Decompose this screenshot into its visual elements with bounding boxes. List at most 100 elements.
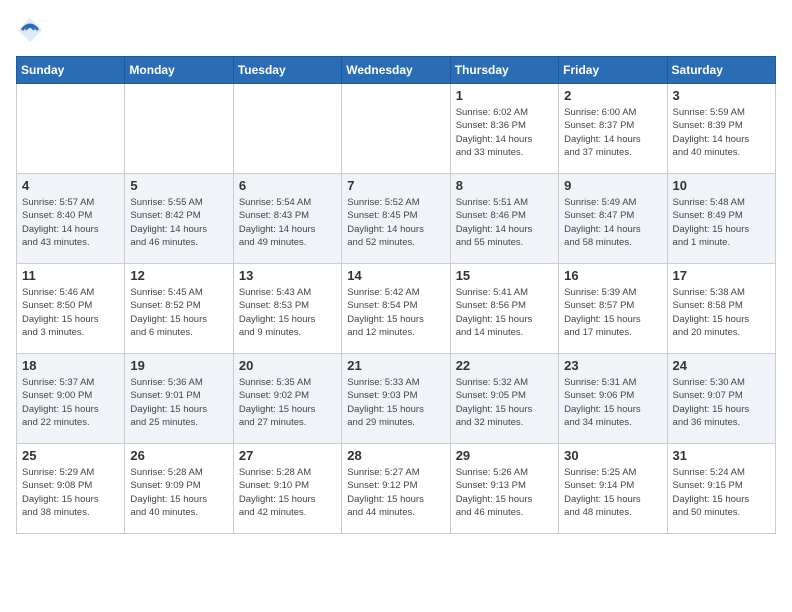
calendar-cell: 21Sunrise: 5:33 AM Sunset: 9:03 PM Dayli…	[342, 354, 450, 444]
day-info: Sunrise: 5:43 AM Sunset: 8:53 PM Dayligh…	[239, 286, 336, 339]
day-info: Sunrise: 5:24 AM Sunset: 9:15 PM Dayligh…	[673, 466, 770, 519]
calendar-cell: 15Sunrise: 5:41 AM Sunset: 8:56 PM Dayli…	[450, 264, 558, 354]
day-number: 17	[673, 268, 770, 283]
calendar-cell: 31Sunrise: 5:24 AM Sunset: 9:15 PM Dayli…	[667, 444, 775, 534]
calendar-week-row: 1 Sunrise: 6:02 AM Sunset: 8:36 PM Daylig…	[17, 84, 776, 174]
calendar-cell: 13 Sunrise: 5:43 AM Sunset: 8:53 PM Dayli…	[233, 264, 341, 354]
calendar-cell: 25 Sunrise: 5:29 AM Sunset: 9:08 PM Dayli…	[17, 444, 125, 534]
day-info: Sunrise: 5:25 AM Sunset: 9:14 PM Dayligh…	[564, 466, 661, 519]
calendar-cell	[342, 84, 450, 174]
day-info: Sunrise: 5:33 AM Sunset: 9:03 PM Dayligh…	[347, 376, 444, 429]
calendar-cell: 4Sunrise: 5:57 AM Sunset: 8:40 PM Daylig…	[17, 174, 125, 264]
day-info: Sunrise: 5:57 AM Sunset: 8:40 PM Dayligh…	[22, 196, 119, 249]
calendar-table: SundayMondayTuesdayWednesdayThursdayFrid…	[16, 56, 776, 534]
calendar-cell: 11 Sunrise: 5:46 AM Sunset: 8:50 PM Dayli…	[17, 264, 125, 354]
calendar-cell: 22 Sunrise: 5:32 AM Sunset: 9:05 PM Dayli…	[450, 354, 558, 444]
calendar-cell: 28Sunrise: 5:27 AM Sunset: 9:12 PM Dayli…	[342, 444, 450, 534]
day-number: 18	[22, 358, 119, 373]
day-number: 3	[673, 88, 770, 103]
calendar-week-row: 18Sunrise: 5:37 AM Sunset: 9:00 PM Dayli…	[17, 354, 776, 444]
day-header-sunday: Sunday	[17, 57, 125, 84]
calendar-cell: 16 Sunrise: 5:39 AM Sunset: 8:57 PM Dayli…	[559, 264, 667, 354]
day-header-tuesday: Tuesday	[233, 57, 341, 84]
day-info: Sunrise: 5:45 AM Sunset: 8:52 PM Dayligh…	[130, 286, 227, 339]
calendar-cell: 2 Sunrise: 6:00 AM Sunset: 8:37 PM Daylig…	[559, 84, 667, 174]
day-info: Sunrise: 5:36 AM Sunset: 9:01 PM Dayligh…	[130, 376, 227, 429]
day-number: 2	[564, 88, 661, 103]
day-number: 15	[456, 268, 553, 283]
calendar-cell: 20Sunrise: 5:35 AM Sunset: 9:02 PM Dayli…	[233, 354, 341, 444]
day-number: 13	[239, 268, 336, 283]
day-info: Sunrise: 5:28 AM Sunset: 9:09 PM Dayligh…	[130, 466, 227, 519]
calendar-cell: 19 Sunrise: 5:36 AM Sunset: 9:01 PM Dayli…	[125, 354, 233, 444]
calendar-week-row: 25 Sunrise: 5:29 AM Sunset: 9:08 PM Dayli…	[17, 444, 776, 534]
day-number: 11	[22, 268, 119, 283]
day-number: 28	[347, 448, 444, 463]
calendar-cell: 8Sunrise: 5:51 AM Sunset: 8:46 PM Daylig…	[450, 174, 558, 264]
day-number: 7	[347, 178, 444, 193]
day-number: 27	[239, 448, 336, 463]
calendar-cell: 30 Sunrise: 5:25 AM Sunset: 9:14 PM Dayli…	[559, 444, 667, 534]
day-number: 22	[456, 358, 553, 373]
day-number: 16	[564, 268, 661, 283]
day-number: 12	[130, 268, 227, 283]
calendar-week-row: 11 Sunrise: 5:46 AM Sunset: 8:50 PM Dayli…	[17, 264, 776, 354]
page-header	[16, 16, 776, 44]
calendar-week-row: 4Sunrise: 5:57 AM Sunset: 8:40 PM Daylig…	[17, 174, 776, 264]
calendar-cell	[17, 84, 125, 174]
calendar-cell: 10 Sunrise: 5:48 AM Sunset: 8:49 PM Dayli…	[667, 174, 775, 264]
day-info: Sunrise: 5:52 AM Sunset: 8:45 PM Dayligh…	[347, 196, 444, 249]
calendar-cell: 5 Sunrise: 5:55 AM Sunset: 8:42 PM Daylig…	[125, 174, 233, 264]
day-header-friday: Friday	[559, 57, 667, 84]
day-number: 29	[456, 448, 553, 463]
calendar-header-row: SundayMondayTuesdayWednesdayThursdayFrid…	[17, 57, 776, 84]
day-header-saturday: Saturday	[667, 57, 775, 84]
day-info: Sunrise: 5:32 AM Sunset: 9:05 PM Dayligh…	[456, 376, 553, 429]
day-info: Sunrise: 5:51 AM Sunset: 8:46 PM Dayligh…	[456, 196, 553, 249]
calendar-cell: 26 Sunrise: 5:28 AM Sunset: 9:09 PM Dayli…	[125, 444, 233, 534]
day-number: 24	[673, 358, 770, 373]
calendar-cell	[233, 84, 341, 174]
day-info: Sunrise: 5:42 AM Sunset: 8:54 PM Dayligh…	[347, 286, 444, 339]
day-number: 9	[564, 178, 661, 193]
calendar-cell: 27 Sunrise: 5:28 AM Sunset: 9:10 PM Dayli…	[233, 444, 341, 534]
day-info: Sunrise: 5:28 AM Sunset: 9:10 PM Dayligh…	[239, 466, 336, 519]
day-number: 19	[130, 358, 227, 373]
day-number: 26	[130, 448, 227, 463]
day-info: Sunrise: 5:48 AM Sunset: 8:49 PM Dayligh…	[673, 196, 770, 249]
calendar-cell: 14 Sunrise: 5:42 AM Sunset: 8:54 PM Dayli…	[342, 264, 450, 354]
day-info: Sunrise: 5:54 AM Sunset: 8:43 PM Dayligh…	[239, 196, 336, 249]
day-info: Sunrise: 5:39 AM Sunset: 8:57 PM Dayligh…	[564, 286, 661, 339]
day-info: Sunrise: 5:49 AM Sunset: 8:47 PM Dayligh…	[564, 196, 661, 249]
day-info: Sunrise: 6:00 AM Sunset: 8:37 PM Dayligh…	[564, 106, 661, 159]
day-info: Sunrise: 5:35 AM Sunset: 9:02 PM Dayligh…	[239, 376, 336, 429]
day-info: Sunrise: 5:30 AM Sunset: 9:07 PM Dayligh…	[673, 376, 770, 429]
day-number: 14	[347, 268, 444, 283]
calendar-cell: 23Sunrise: 5:31 AM Sunset: 9:06 PM Dayli…	[559, 354, 667, 444]
day-header-thursday: Thursday	[450, 57, 558, 84]
day-info: Sunrise: 5:26 AM Sunset: 9:13 PM Dayligh…	[456, 466, 553, 519]
logo-icon	[16, 16, 44, 44]
day-info: Sunrise: 5:38 AM Sunset: 8:58 PM Dayligh…	[673, 286, 770, 339]
day-number: 5	[130, 178, 227, 193]
calendar-cell: 12 Sunrise: 5:45 AM Sunset: 8:52 PM Dayli…	[125, 264, 233, 354]
calendar-cell: 1 Sunrise: 6:02 AM Sunset: 8:36 PM Daylig…	[450, 84, 558, 174]
day-number: 10	[673, 178, 770, 193]
day-info: Sunrise: 5:29 AM Sunset: 9:08 PM Dayligh…	[22, 466, 119, 519]
calendar-cell: 9 Sunrise: 5:49 AM Sunset: 8:47 PM Daylig…	[559, 174, 667, 264]
day-number: 30	[564, 448, 661, 463]
calendar-cell: 29 Sunrise: 5:26 AM Sunset: 9:13 PM Dayli…	[450, 444, 558, 534]
day-info: Sunrise: 5:55 AM Sunset: 8:42 PM Dayligh…	[130, 196, 227, 249]
day-number: 23	[564, 358, 661, 373]
day-number: 25	[22, 448, 119, 463]
day-header-monday: Monday	[125, 57, 233, 84]
day-number: 6	[239, 178, 336, 193]
day-info: Sunrise: 6:02 AM Sunset: 8:36 PM Dayligh…	[456, 106, 553, 159]
calendar-cell: 24 Sunrise: 5:30 AM Sunset: 9:07 PM Dayli…	[667, 354, 775, 444]
day-info: Sunrise: 5:59 AM Sunset: 8:39 PM Dayligh…	[673, 106, 770, 159]
day-number: 1	[456, 88, 553, 103]
calendar-cell: 17 Sunrise: 5:38 AM Sunset: 8:58 PM Dayli…	[667, 264, 775, 354]
day-info: Sunrise: 5:46 AM Sunset: 8:50 PM Dayligh…	[22, 286, 119, 339]
day-header-wednesday: Wednesday	[342, 57, 450, 84]
calendar-cell: 18Sunrise: 5:37 AM Sunset: 9:00 PM Dayli…	[17, 354, 125, 444]
